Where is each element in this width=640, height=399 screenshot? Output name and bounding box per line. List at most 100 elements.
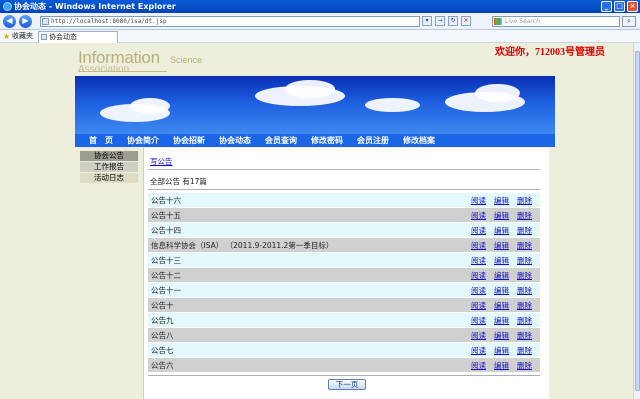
sky-banner <box>75 76 555 134</box>
edit-link[interactable]: 编辑 <box>494 208 509 223</box>
delete-link[interactable]: 删除 <box>517 298 532 313</box>
site-logo: Information Science Association 欢迎你，7120… <box>75 43 605 75</box>
delete-link[interactable]: 删除 <box>517 268 532 283</box>
nav-about[interactable]: 协会简介 <box>127 135 159 146</box>
edit-link[interactable]: 编辑 <box>494 283 509 298</box>
row-actions: 阅读 编辑 删除 <box>471 313 532 328</box>
compat-view-icon[interactable]: ▾ <box>422 16 432 26</box>
minimize-button[interactable]: _ <box>601 1 612 12</box>
maximize-button[interactable]: □ <box>614 1 625 12</box>
tab-label: 协会动态 <box>49 33 77 41</box>
read-link[interactable]: 阅读 <box>471 238 486 253</box>
read-link[interactable]: 阅读 <box>471 328 486 343</box>
announcement-title: 公告七 <box>151 346 174 355</box>
write-announcement-link[interactable]: 写公告 <box>150 156 173 167</box>
nav-member-search[interactable]: 会员查询 <box>265 135 297 146</box>
delete-link[interactable]: 删除 <box>517 223 532 238</box>
read-link[interactable]: 阅读 <box>471 343 486 358</box>
read-link[interactable]: 阅读 <box>471 313 486 328</box>
list-item: 公告七 阅读 编辑 删除 <box>148 343 540 358</box>
browser-tab[interactable]: 协会动态 <box>38 31 118 43</box>
address-text: http://localhost:8080/isa/dt.jsp <box>51 18 167 25</box>
window-title: 协会动态 - Windows Internet Explorer <box>14 2 176 11</box>
list-item: 公告八 阅读 编辑 删除 <box>148 328 540 343</box>
list-item: 公告十 阅读 编辑 删除 <box>148 298 540 313</box>
address-input[interactable]: http://localhost:8080/isa/dt.jsp <box>40 16 420 27</box>
nav-home[interactable]: 首 页 <box>89 135 113 146</box>
vertical-scrollbar[interactable] <box>633 43 640 399</box>
delete-link[interactable]: 删除 <box>517 253 532 268</box>
read-link[interactable]: 阅读 <box>471 358 486 373</box>
row-actions: 阅读 编辑 删除 <box>471 268 532 283</box>
delete-link[interactable]: 删除 <box>517 283 532 298</box>
delete-link[interactable]: 删除 <box>517 238 532 253</box>
read-link[interactable]: 阅读 <box>471 298 486 313</box>
list-item: 公告十三 阅读 编辑 删除 <box>148 253 540 268</box>
page-viewport: Information Science Association 欢迎你，7120… <box>0 43 633 399</box>
edit-link[interactable]: 编辑 <box>494 223 509 238</box>
next-page-button[interactable]: 下一页 <box>328 379 366 390</box>
edit-link[interactable]: 编辑 <box>494 298 509 313</box>
main-nav: 首 页 协会简介 协会招新 协会动态 会员查询 修改密码 会员注册 修改档案 <box>75 134 555 147</box>
edit-link[interactable]: 编辑 <box>494 328 509 343</box>
read-link[interactable]: 阅读 <box>471 208 486 223</box>
nav-edit-profile[interactable]: 修改档案 <box>403 135 435 146</box>
logo-assoc-text: Association <box>78 64 130 75</box>
star-icon: ★ <box>3 32 11 41</box>
search-input[interactable]: Live Search <box>492 16 620 27</box>
announcement-title: 公告十四 <box>151 226 181 235</box>
edit-link[interactable]: 编辑 <box>494 268 509 283</box>
edit-link[interactable]: 编辑 <box>494 313 509 328</box>
close-button[interactable]: × <box>627 1 638 12</box>
delete-link[interactable]: 删除 <box>517 193 532 208</box>
row-actions: 阅读 编辑 删除 <box>471 238 532 253</box>
sidebar-item-announcements[interactable]: 协会公告 <box>80 151 138 161</box>
logo-sub-text: Science <box>170 55 203 65</box>
edit-link[interactable]: 编辑 <box>494 343 509 358</box>
announcement-title: 公告十二 <box>151 271 181 280</box>
window-titlebar: 协会动态 - Windows Internet Explorer _ □ × <box>0 0 640 13</box>
announcement-count: 全部公告 有17篇 <box>150 177 207 186</box>
list-item: 公告十一 阅读 编辑 删除 <box>148 283 540 298</box>
refresh-icon[interactable]: ↻ <box>448 16 458 26</box>
delete-link[interactable]: 删除 <box>517 313 532 328</box>
row-actions: 阅读 编辑 删除 <box>471 358 532 373</box>
delete-link[interactable]: 删除 <box>517 358 532 373</box>
sidebar-item-activity-log[interactable]: 活动日志 <box>80 173 138 183</box>
stop-icon[interactable]: × <box>461 16 471 26</box>
announcement-title: 公告十三 <box>151 256 181 265</box>
logo-underline <box>79 71 167 72</box>
forward-button[interactable]: ▶ <box>19 15 32 28</box>
edit-link[interactable]: 编辑 <box>494 253 509 268</box>
read-link[interactable]: 阅读 <box>471 268 486 283</box>
edit-link[interactable]: 编辑 <box>494 358 509 373</box>
edit-link[interactable]: 编辑 <box>494 238 509 253</box>
row-actions: 阅读 编辑 删除 <box>471 298 532 313</box>
row-actions: 阅读 编辑 删除 <box>471 208 532 223</box>
edit-link[interactable]: 编辑 <box>494 193 509 208</box>
nav-register[interactable]: 会员注册 <box>357 135 389 146</box>
read-link[interactable]: 阅读 <box>471 283 486 298</box>
row-actions: 阅读 编辑 删除 <box>471 343 532 358</box>
read-link[interactable]: 阅读 <box>471 223 486 238</box>
announcement-title: 公告六 <box>151 361 174 370</box>
back-button[interactable]: ◀ <box>3 15 16 28</box>
list-item: 公告九 阅读 编辑 删除 <box>148 313 540 328</box>
welcome-message: 欢迎你，712003号管理员 <box>495 47 605 58</box>
search-icon[interactable]: ⌕ <box>622 16 636 27</box>
divider <box>148 375 540 376</box>
content-panel: 写公告 全部公告 有17篇 公告十六 阅读 编辑 删除 公告十五 阅读 编辑 删除 公告十四 阅读… <box>143 148 549 399</box>
go-icon[interactable]: → <box>435 16 445 26</box>
delete-link[interactable]: 删除 <box>517 208 532 223</box>
nav-news[interactable]: 协会动态 <box>219 135 251 146</box>
favorites-button[interactable]: ★ 收藏夹 <box>3 32 33 41</box>
nav-recruit[interactable]: 协会招新 <box>173 135 205 146</box>
delete-link[interactable]: 删除 <box>517 343 532 358</box>
read-link[interactable]: 阅读 <box>471 193 486 208</box>
nav-change-password[interactable]: 修改密码 <box>311 135 343 146</box>
delete-link[interactable]: 删除 <box>517 328 532 343</box>
sidebar-item-reports[interactable]: 工作报告 <box>80 162 138 172</box>
scrollbar-thumb[interactable] <box>635 51 640 391</box>
read-link[interactable]: 阅读 <box>471 253 486 268</box>
list-item: 公告十五 阅读 编辑 删除 <box>148 208 540 223</box>
